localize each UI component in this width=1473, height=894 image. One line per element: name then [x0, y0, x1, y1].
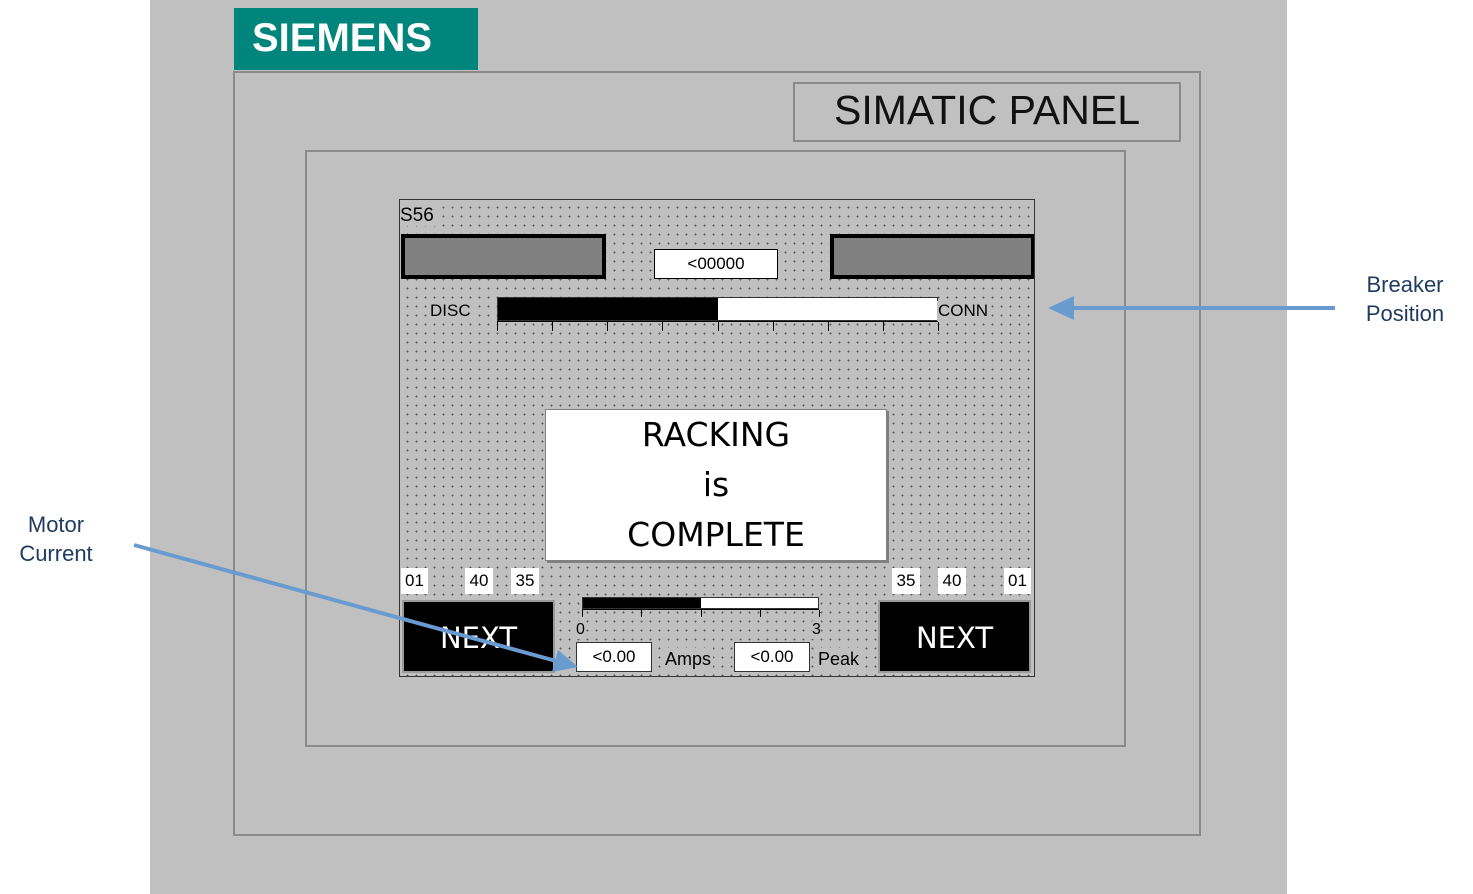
- current-scale-min: 0: [576, 621, 585, 639]
- message-line-3: COMPLETE: [627, 515, 805, 554]
- motor-current-fill: [583, 598, 701, 608]
- motor-current-value: <0.00: [576, 642, 652, 672]
- motor-current-callout: Motor Current: [0, 510, 112, 568]
- next-button-right[interactable]: NEXT: [878, 600, 1031, 673]
- scale-tick: [717, 322, 719, 331]
- motor-current-scale: [582, 609, 820, 617]
- siemens-logo: SIEMENS: [234, 8, 478, 70]
- status-indicator-left: [401, 234, 606, 279]
- amps-label: Amps: [663, 648, 714, 670]
- right-value-3: 01: [1004, 568, 1031, 594]
- breaker-callout-line-1: Breaker: [1366, 272, 1444, 297]
- scale-tick: [607, 322, 609, 331]
- message-line-1: RACKING: [641, 415, 791, 454]
- scale-tick: [700, 610, 702, 617]
- motor-callout-line-2: Current: [19, 541, 93, 566]
- status-message: RACKING is COMPLETE: [545, 409, 887, 561]
- breaker-position-bar: [497, 297, 938, 321]
- scale-tick: [582, 610, 583, 617]
- breaker-callout-line-2: Position: [1365, 301, 1445, 326]
- hmi-screen: S56 <00000 DISC CONN RACKING is COMPLETE…: [399, 199, 1035, 677]
- breaker-position-callout: Breaker Position: [1340, 270, 1470, 328]
- breaker-position-fill: [498, 298, 718, 320]
- screen-id: S56: [400, 205, 436, 226]
- scale-tick: [759, 610, 761, 617]
- disc-label: DISC: [429, 301, 472, 321]
- scale-tick: [641, 610, 643, 617]
- left-value-2: 40: [465, 568, 493, 594]
- message-line-2: is: [702, 465, 730, 504]
- breaker-position-scale: [497, 321, 939, 331]
- scale-tick: [772, 322, 774, 331]
- right-value-2: 40: [938, 568, 966, 594]
- scale-tick: [497, 322, 498, 331]
- peak-label: Peak: [816, 648, 862, 670]
- simatic-panel-label: SIMATIC PANEL: [793, 82, 1181, 142]
- next-button-left[interactable]: NEXT: [402, 600, 555, 673]
- right-value-1: 35: [892, 568, 920, 594]
- scale-tick: [662, 322, 664, 331]
- scale-tick: [552, 322, 554, 331]
- scale-tick: [938, 322, 939, 331]
- status-indicator-right: [830, 234, 1034, 279]
- scale-tick: [819, 610, 820, 617]
- scale-tick: [882, 322, 884, 331]
- peak-current-value: <0.00: [734, 642, 810, 672]
- motor-callout-line-1: Motor: [27, 512, 85, 537]
- motor-current-bar: [582, 597, 819, 609]
- scale-tick: [827, 322, 829, 331]
- left-value-1: 01: [401, 568, 428, 594]
- conn-label: CONN: [937, 301, 990, 321]
- counter-display: <00000: [654, 249, 778, 279]
- left-value-3: 35: [511, 568, 539, 594]
- current-scale-max: 3: [812, 621, 821, 639]
